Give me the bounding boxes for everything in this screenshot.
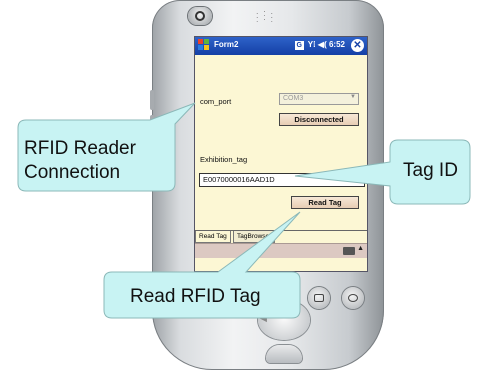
device-bottom (266, 345, 302, 363)
windows-logo-icon[interactable] (198, 39, 211, 52)
device-side-button[interactable] (150, 90, 154, 110)
com-port-label: com_port (200, 97, 232, 106)
callout-read-text: Read RFID Tag (130, 286, 261, 307)
callout-tag-id-text: Tag ID (403, 160, 458, 181)
chevron-left-icon: ◀ (260, 313, 267, 323)
mail-button[interactable] (342, 287, 364, 309)
callout-reader-text: RFID Reader Connection (24, 137, 136, 185)
exhibition-tag-label: Exhibition_tag (200, 155, 248, 164)
navigation-pad[interactable]: ◀ (258, 300, 310, 340)
keyboard-icon[interactable] (343, 247, 355, 255)
tab-strip: Read Tag TagBrowser (195, 230, 367, 243)
tag-id-field[interactable]: E0070000016AAD1D (199, 173, 365, 187)
mail-icon (348, 294, 358, 302)
speaker-icon[interactable]: ◀( (318, 40, 327, 49)
signal-icon[interactable]: Y⁞ (308, 40, 316, 49)
connect-button[interactable]: Disconnected (279, 113, 359, 126)
device-side-button[interactable] (150, 115, 154, 127)
chevron-down-icon: ▼ (350, 94, 356, 100)
power-icon (195, 11, 205, 21)
tab-tag-browser[interactable]: TagBrowser (233, 231, 276, 243)
device-screen: Form2 G Y⁞ ◀( 6:52 ✕ com_port COM3 ▼ Disc… (194, 36, 368, 272)
callout-reader-line1: RFID Reader (24, 138, 136, 159)
power-button[interactable] (188, 7, 212, 25)
taskbar-badge: G (294, 41, 304, 50)
calendar-icon (314, 294, 324, 302)
read-tag-button[interactable]: Read Tag (291, 196, 359, 209)
status-icons: G Y⁞ ◀( 6:52 (294, 40, 345, 50)
window-title: Form2 (214, 40, 239, 49)
speaker-grille: · : ·: · : (255, 8, 275, 24)
tab-read-tag[interactable]: Read Tag (195, 231, 231, 243)
com-port-select[interactable]: COM3 ▼ (279, 93, 359, 105)
title-bar: Form2 G Y⁞ ◀( 6:52 ✕ (195, 37, 367, 55)
calendar-button[interactable] (308, 287, 330, 309)
chevron-up-icon[interactable]: ▲ (357, 245, 364, 252)
com-port-value: COM3 (283, 95, 304, 102)
clock[interactable]: 6:52 (329, 40, 345, 49)
callout-reader-line2: Connection (24, 162, 121, 183)
command-bar: ▲ (195, 243, 367, 258)
close-icon[interactable]: ✕ (351, 39, 364, 52)
